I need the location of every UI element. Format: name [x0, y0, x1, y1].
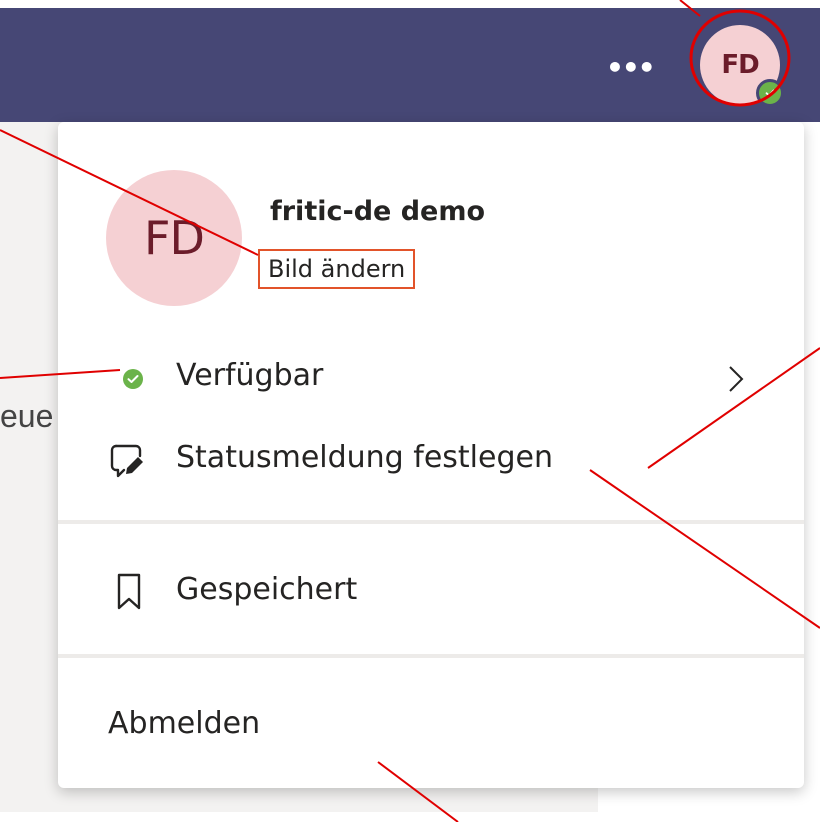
profile-name: fritic-de demo — [270, 196, 486, 227]
menu-divider — [58, 654, 804, 658]
status-menu-item[interactable]: Verfügbar — [58, 354, 804, 404]
profile-picture[interactable]: FD — [106, 170, 242, 306]
available-status-icon — [756, 79, 784, 107]
sign-out-menu-item[interactable]: Abmelden — [58, 702, 804, 752]
sign-out-label: Abmelden — [108, 706, 261, 741]
profile-initials: FD — [144, 211, 205, 265]
more-options-button[interactable]: ••• — [606, 48, 656, 88]
saved-menu-item[interactable]: Gespeichert — [58, 568, 804, 618]
status-message-label: Statusmeldung festlegen — [176, 440, 553, 475]
chevron-right-icon — [726, 364, 746, 394]
edit-message-icon — [108, 442, 144, 478]
status-message-menu-item[interactable]: Statusmeldung festlegen — [58, 436, 804, 486]
change-picture-link[interactable]: Bild ändern — [258, 249, 416, 289]
available-status-icon — [122, 368, 144, 390]
profile-menu-panel: FD fritic-de demo Bild ändern Verfügbar … — [58, 122, 804, 788]
app-header: ••• FD — [0, 8, 820, 122]
status-label: Verfügbar — [176, 358, 324, 393]
saved-label: Gespeichert — [176, 572, 358, 607]
bookmark-icon — [116, 572, 142, 612]
menu-divider — [58, 520, 804, 524]
background-partial-text: eue — [0, 398, 54, 434]
avatar-initials: FD — [721, 50, 759, 80]
